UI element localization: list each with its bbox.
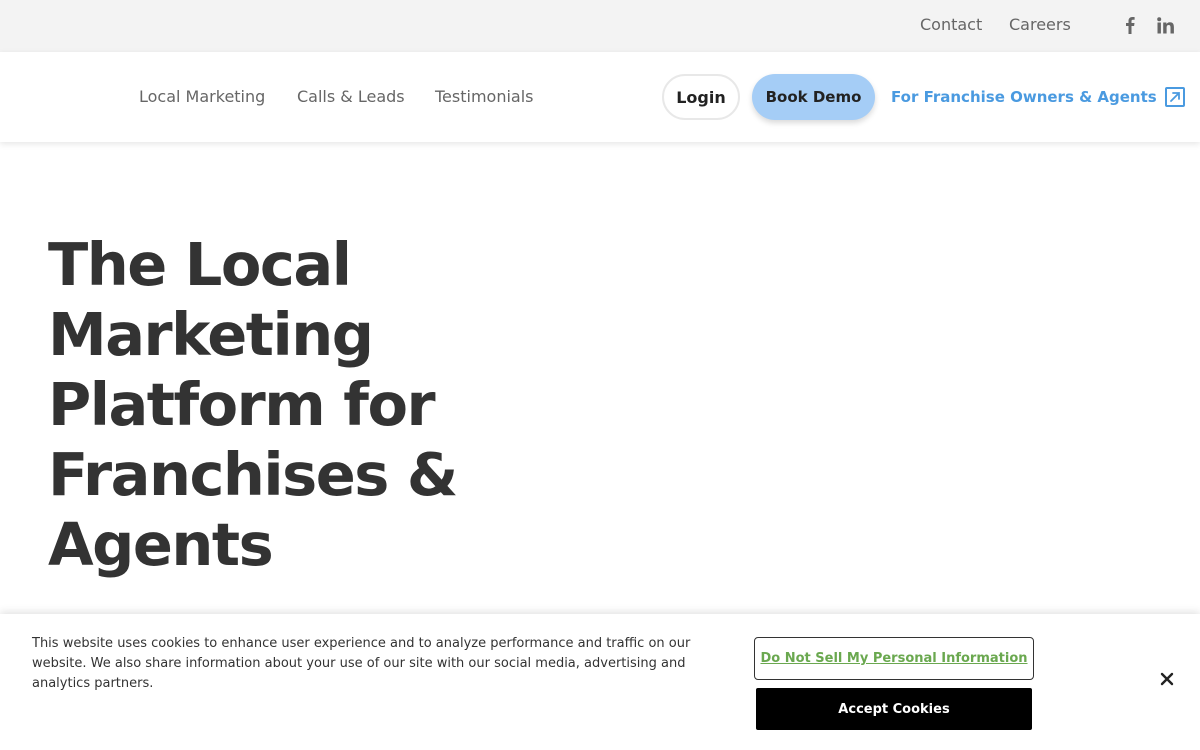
cookie-text: This website uses cookies to enhance use… — [32, 636, 691, 691]
close-icon[interactable] — [1156, 668, 1178, 690]
nav-item-testimonials[interactable]: Testimonials — [435, 87, 534, 106]
franchise-link-label: For Franchise Owners & Agents — [891, 88, 1157, 106]
contact-link[interactable]: Contact — [920, 15, 982, 34]
top-utility-bar: Contact Careers — [0, 0, 1200, 52]
facebook-icon[interactable] — [1119, 14, 1141, 36]
login-button[interactable]: Login — [662, 74, 740, 120]
cookie-banner: This website uses cookies to enhance use… — [0, 614, 1200, 750]
do-not-sell-button[interactable]: Do Not Sell My Personal Information — [754, 637, 1034, 680]
book-demo-button[interactable]: Book Demo — [752, 74, 875, 120]
franchise-owners-link[interactable]: For Franchise Owners & Agents — [891, 86, 1185, 108]
external-link-icon — [1164, 87, 1185, 107]
hero-title: The Local Marketing Platform for Franchi… — [48, 230, 458, 579]
nav-item-local-marketing[interactable]: Local Marketing — [139, 87, 265, 106]
accept-cookies-button[interactable]: Accept Cookies — [756, 688, 1032, 730]
linkedin-icon[interactable] — [1154, 14, 1176, 36]
main-nav: Local Marketing Calls & Leads Testimonia… — [0, 52, 1200, 142]
careers-link[interactable]: Careers — [1009, 15, 1071, 34]
nav-item-calls-leads[interactable]: Calls & Leads — [297, 87, 405, 106]
